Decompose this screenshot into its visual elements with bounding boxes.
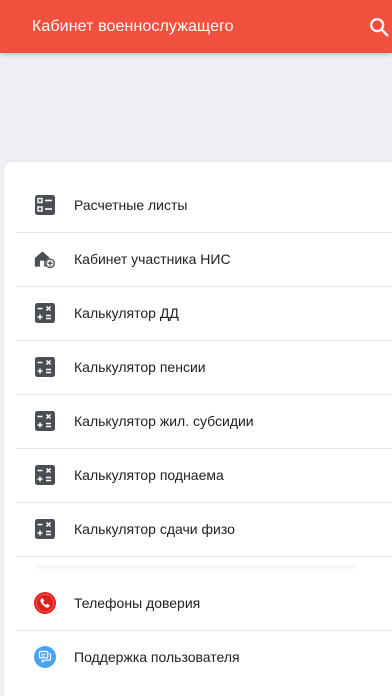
search-button[interactable] xyxy=(352,0,392,53)
menu-sheet: Расчетные листы Кабинет участника НИС Ка… xyxy=(4,162,392,696)
menu-item-label: Поддержка пользователя xyxy=(74,649,240,665)
menu-item-calc-pension[interactable]: Калькулятор пенсии xyxy=(4,340,392,394)
menu-item-payslips[interactable]: Расчетные листы xyxy=(4,178,392,232)
menu-item-label: Телефоны доверия xyxy=(74,595,201,611)
menu-item-nis-cabinet[interactable]: Кабинет участника НИС xyxy=(4,232,392,286)
menu-item-label: Калькулятор поднаема xyxy=(74,467,224,483)
menu-item-label: Калькулятор сдачи физо xyxy=(74,521,235,537)
calculator-icon xyxy=(34,302,56,324)
phone-icon xyxy=(34,592,56,614)
house-add-icon xyxy=(34,248,56,270)
menu-item-calc-sublease[interactable]: Калькулятор поднаема xyxy=(4,448,392,502)
menu-item-label: Расчетные листы xyxy=(74,197,188,213)
search-icon xyxy=(370,17,389,36)
menu-item-label: Калькулятор пенсии xyxy=(74,359,206,375)
calculator-icon xyxy=(34,518,56,540)
menu-item-label: Калькулятор ДД xyxy=(74,305,179,321)
app-title: Кабинет военнослужащего xyxy=(32,17,234,35)
menu-item-user-support[interactable]: Поддержка пользователя xyxy=(4,630,392,684)
divider xyxy=(16,556,392,557)
calculator-icon xyxy=(34,464,56,486)
list-icon xyxy=(34,194,56,216)
menu-item-trust-phones[interactable]: Телефоны доверия xyxy=(4,576,392,630)
chat-support-icon xyxy=(34,646,56,668)
section-separator xyxy=(36,564,356,570)
calculator-icon xyxy=(34,356,56,378)
menu-item-calc-dd[interactable]: Калькулятор ДД xyxy=(4,286,392,340)
menu-item-label: Кабинет участника НИС xyxy=(74,251,231,267)
calculator-icon xyxy=(34,410,56,432)
app-bar: Кабинет военнослужащего xyxy=(0,0,392,53)
menu-item-label: Калькулятор жил. субсидии xyxy=(74,413,254,429)
menu-item-calc-fitness[interactable]: Калькулятор сдачи физо xyxy=(4,502,392,556)
menu-item-calc-housing-subsidy[interactable]: Калькулятор жил. субсидии xyxy=(4,394,392,448)
